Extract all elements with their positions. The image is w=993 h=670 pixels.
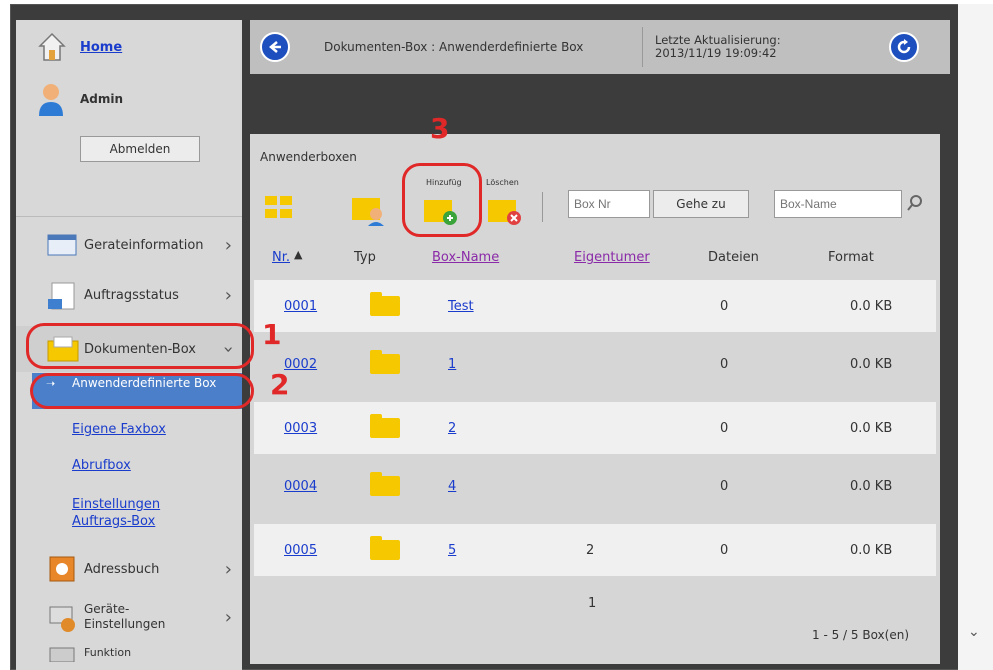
chevron-right-icon: › — [224, 284, 232, 306]
device-settings-icon — [46, 603, 80, 632]
folder-icon — [370, 350, 400, 374]
row-nr-link[interactable]: 0004 — [284, 479, 317, 494]
job-status-icon — [46, 281, 80, 310]
range-label: 1 - 5 / 5 Box(en) — [812, 628, 910, 642]
user-avatar-icon — [36, 82, 66, 118]
row-name-link[interactable]: Test — [448, 299, 474, 314]
function-icon — [46, 642, 80, 663]
chevron-right-icon: › — [224, 606, 232, 628]
row-size: 0.0 KB — [850, 478, 893, 494]
highlight-ring — [26, 323, 254, 369]
user-box-icon[interactable] — [350, 190, 386, 226]
chevron-down-icon[interactable]: ⌄ — [968, 624, 980, 640]
sidebar-subitem-fax-box[interactable]: Eigene Faxbox — [72, 422, 166, 437]
header-divider — [642, 27, 643, 67]
table-row[interactable]: 0005 5 2 0 0.0 KB — [254, 524, 936, 576]
chevron-right-icon: › — [224, 558, 232, 580]
row-files: 0 — [720, 356, 729, 372]
main-content: Anwenderboxen Hinzufüg Löschen Gehe zu N… — [250, 134, 940, 664]
home-icon[interactable] — [38, 32, 66, 62]
row-files: 0 — [720, 478, 729, 494]
sidebar-subitem-polling-box[interactable]: Abrufbox — [72, 458, 131, 473]
row-size: 0.0 KB — [850, 420, 893, 436]
grid-view-icon[interactable] — [264, 192, 294, 222]
row-nr-link[interactable]: 0005 — [284, 543, 317, 558]
device-info-icon — [46, 231, 80, 259]
sidebar-divider — [16, 216, 242, 217]
annotation-number: 3 — [430, 112, 450, 145]
column-header-files: Dateien — [708, 250, 759, 265]
row-name-link[interactable]: 1 — [448, 357, 456, 372]
table-row[interactable]: 0003 2 0 0.0 KB — [254, 402, 936, 454]
logout-button[interactable]: Abmelden — [80, 136, 200, 162]
last-update-value: 2013/11/19 19:09:42 — [655, 46, 777, 60]
annotation-number: 2 — [270, 368, 290, 401]
delete-box-icon[interactable] — [486, 192, 522, 226]
row-files: 0 — [720, 420, 729, 436]
toolbar-divider — [542, 192, 543, 222]
row-size: 0.0 KB — [850, 542, 893, 558]
sidebar-item-function[interactable]: Funktion — [16, 642, 242, 670]
sort-ascending-icon: ▲ — [294, 248, 303, 261]
row-nr-link[interactable]: 0001 — [284, 299, 317, 314]
row-files: 0 — [720, 542, 729, 558]
sidebar-item-label: Gerateinformation — [84, 237, 204, 253]
sidebar-item-address-book[interactable]: Adressbuch › — [16, 546, 242, 592]
column-header-type: Typ — [354, 250, 376, 265]
table-row[interactable]: 0004 4 0 0.0 KB — [254, 460, 936, 512]
highlight-ring — [30, 373, 254, 409]
user-name: Admin — [80, 92, 124, 106]
folder-icon — [370, 472, 400, 496]
sidebar-subitem-job-box-settings[interactable]: Einstellungen Auftrags-Box — [72, 496, 192, 530]
refresh-icon[interactable] — [889, 32, 919, 62]
column-header-owner[interactable]: Eigentumer — [574, 250, 650, 265]
column-header-nr[interactable]: Nr. — [272, 250, 290, 265]
folder-icon — [370, 292, 400, 316]
row-name-link[interactable]: 2 — [448, 421, 456, 436]
chevron-right-icon: › — [224, 234, 232, 256]
box-name-input[interactable] — [774, 190, 902, 218]
sidebar-item-label: Auftragsstatus — [84, 287, 179, 303]
section-title: Anwenderboxen — [260, 150, 357, 164]
row-nr-link[interactable]: 0003 — [284, 421, 317, 436]
address-book-icon — [46, 555, 80, 583]
annotation-number: 1 — [262, 318, 282, 351]
sidebar-item-job-status[interactable]: Auftragsstatus › — [16, 272, 242, 318]
scrollbar[interactable]: ⌄ — [958, 4, 993, 670]
page-number[interactable]: 1 — [588, 596, 596, 611]
breadcrumb: Dokumenten-Box : Anwenderdefinierte Box — [324, 40, 584, 54]
back-arrow-icon[interactable] — [260, 32, 290, 62]
folder-icon — [370, 536, 400, 560]
row-name-link[interactable]: 5 — [448, 543, 456, 558]
sidebar-item-device-settings[interactable]: Geräte- Einstellungen › — [16, 594, 242, 640]
sidebar-item-label: Geräte- Einstellungen — [84, 602, 166, 631]
row-owner: 2 — [586, 542, 595, 558]
row-size: 0.0 KB — [850, 356, 893, 372]
column-header-box-name[interactable]: Box-Name — [432, 250, 499, 265]
folder-icon — [370, 414, 400, 438]
box-number-input[interactable] — [568, 190, 650, 218]
table-row[interactable]: 0002 1 0 0.0 KB — [254, 338, 936, 390]
header-bar: Dokumenten-Box : Anwenderdefinierte Box … — [250, 20, 950, 74]
row-size: 0.0 KB — [850, 298, 893, 314]
column-header-format: Format — [828, 250, 874, 265]
home-link[interactable]: Home — [80, 40, 122, 55]
sidebar-item-label: Funktion — [84, 646, 132, 659]
row-files: 0 — [720, 298, 729, 314]
search-icon[interactable] — [906, 194, 924, 212]
delete-label: Löschen — [486, 178, 519, 187]
row-name-link[interactable]: 4 — [448, 479, 456, 494]
last-update: Letzte Aktualisierung: 2013/11/19 19:09:… — [655, 34, 865, 60]
table-row[interactable]: 0001 Test 0 0.0 KB — [254, 280, 936, 332]
sidebar-item-device-info[interactable]: Gerateinformation › — [16, 222, 242, 268]
sidebar-item-label: Adressbuch — [84, 561, 160, 577]
table-header: Nr. ▲ Typ Box-Name Eigentumer Dateien Fo… — [250, 244, 940, 274]
goto-button[interactable]: Gehe zu — [653, 190, 749, 218]
highlight-ring — [402, 163, 482, 237]
